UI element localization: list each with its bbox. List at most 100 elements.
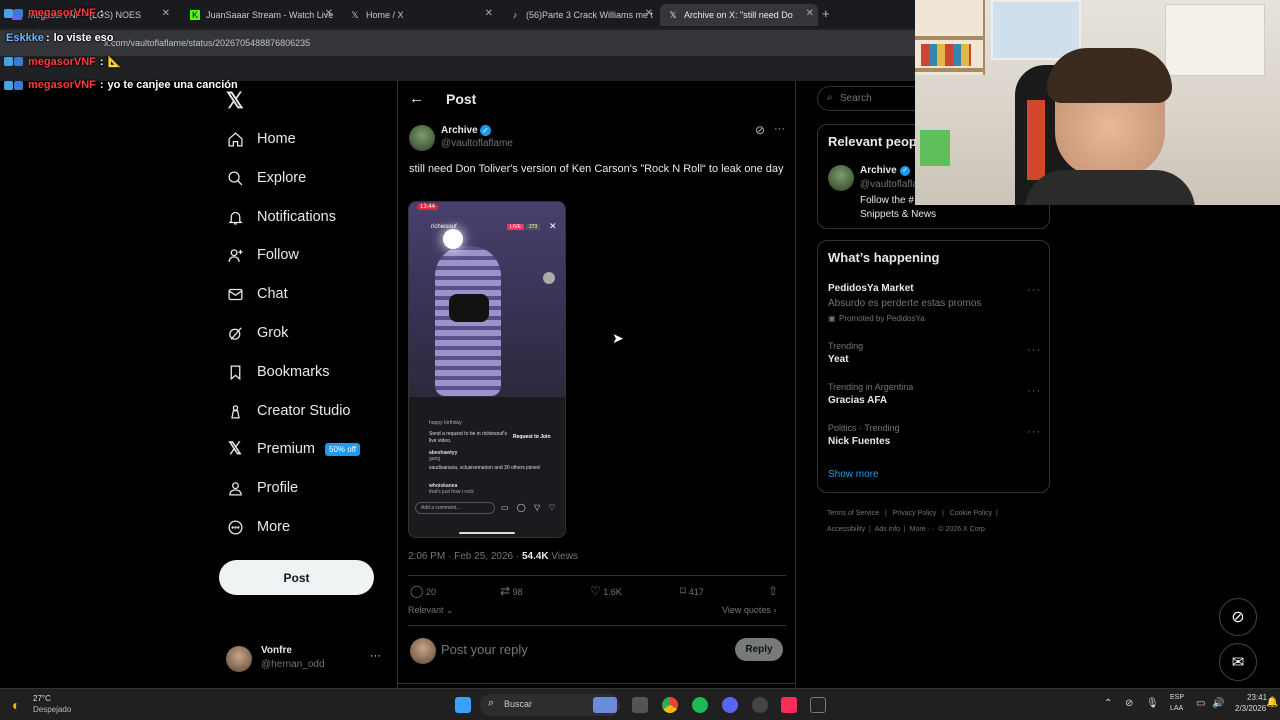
discord-icon[interactable] bbox=[722, 697, 738, 713]
more-dots-icon[interactable]: ··· bbox=[1027, 426, 1041, 438]
footer-link[interactable]: Accessibility bbox=[827, 526, 865, 533]
reply-action[interactable]: ◯ 20 bbox=[410, 584, 436, 598]
volume-icon[interactable]: 🔊 bbox=[1212, 698, 1224, 709]
more-dots-icon[interactable]: ··· bbox=[1027, 344, 1041, 356]
views-label: Views bbox=[548, 551, 578, 562]
tab-archive[interactable]: 𝕏 Archive on X: "still need Do ✕ bbox=[660, 4, 818, 26]
x-logo-icon[interactable]: 𝕏 bbox=[226, 88, 244, 114]
network-off-icon[interactable]: ⊘ bbox=[1125, 698, 1133, 709]
sidebar-item-label: Grok bbox=[257, 325, 289, 341]
sidebar-item-explore[interactable]: Explore bbox=[226, 166, 306, 190]
chrome-icon[interactable] bbox=[662, 697, 678, 713]
trend-title: Yeat bbox=[828, 354, 849, 365]
close-icon[interactable]: ✕ bbox=[485, 8, 493, 19]
close-icon[interactable]: ✕ bbox=[645, 8, 653, 19]
reply-input[interactable]: Post your reply bbox=[441, 642, 528, 657]
author-avatar[interactable] bbox=[409, 125, 435, 151]
sidebar-item-grok[interactable]: Grok bbox=[226, 321, 288, 345]
weather-icon[interactable]: ◐ bbox=[12, 697, 20, 713]
close-icon[interactable]: ✕ bbox=[325, 8, 333, 19]
reply-button[interactable]: Reply bbox=[735, 638, 783, 661]
tab-home-x[interactable]: 𝕏 Home / X ✕ bbox=[342, 4, 497, 26]
back-arrow-icon[interactable]: ← bbox=[409, 90, 424, 107]
sidebar-item-bookmarks[interactable]: Bookmarks bbox=[226, 360, 330, 384]
close-icon[interactable]: ✕ bbox=[162, 8, 170, 19]
search-icon bbox=[226, 169, 244, 187]
app-icon[interactable] bbox=[810, 697, 826, 713]
comment-text: that's just how i rock bbox=[429, 489, 474, 495]
account-switcher[interactable]: Vonfre @hernan_odd ··· bbox=[226, 642, 386, 676]
shelf-items bbox=[921, 44, 971, 66]
person-avatar[interactable] bbox=[828, 165, 854, 191]
sidebar-item-notifications[interactable]: Notifications bbox=[226, 205, 336, 229]
sort-dropdown[interactable]: Relevant ⌄ bbox=[408, 605, 454, 616]
x-favicon-icon: 𝕏 bbox=[669, 10, 677, 20]
monitor-icon[interactable]: ▭ bbox=[1196, 698, 1205, 709]
sidebar-item-home[interactable]: Home bbox=[226, 127, 296, 151]
sidebar-item-more[interactable]: More bbox=[226, 515, 290, 539]
microphone-icon[interactable]: 🎙 bbox=[1146, 698, 1159, 709]
footer-separator: | bbox=[996, 510, 998, 517]
verified-badge-icon: ✓ bbox=[480, 125, 491, 136]
creator-studio-icon bbox=[226, 402, 244, 420]
author-name[interactable]: Archive bbox=[441, 125, 478, 136]
grok-icon[interactable]: ⊘ bbox=[755, 123, 765, 137]
repost-action[interactable]: ⇄ 98 bbox=[500, 584, 523, 598]
tab-juansaaar[interactable]: K JuanSaaar Stream - Watch Live ✕ bbox=[182, 4, 337, 26]
more-dots-icon[interactable]: ··· bbox=[370, 650, 381, 662]
more-dots-icon[interactable]: ··· bbox=[1027, 284, 1041, 296]
close-icon[interactable]: ✕ bbox=[806, 8, 814, 19]
tab-label: JuanSaaar Stream - Watch Live bbox=[206, 10, 334, 20]
post-media-image[interactable]: 13:44 richiesouf LIVE 273 ✕ happy birthd… bbox=[408, 201, 566, 538]
bookmark-action[interactable]: ⌑ 417 bbox=[680, 584, 704, 598]
notification-bell-icon[interactable]: 🔔 bbox=[1266, 697, 1278, 708]
task-view-icon[interactable] bbox=[632, 697, 648, 713]
person-name[interactable]: Archive bbox=[860, 165, 897, 176]
post-button[interactable]: Post bbox=[219, 560, 374, 595]
sidebar-item-premium[interactable]: 𝕏 Premium 50% off bbox=[226, 437, 360, 461]
more-dots-icon[interactable]: ··· bbox=[774, 123, 785, 135]
address-bar[interactable]: x.com/vaultoflaflame/status/202670548887… bbox=[0, 30, 920, 56]
sidebar-item-follow[interactable]: Follow bbox=[226, 243, 299, 267]
windows-start-icon[interactable] bbox=[455, 697, 471, 713]
search-input[interactable]: ⌕ Search bbox=[817, 86, 927, 111]
trend-item[interactable]: Trending in Argentina Gracias AFA bbox=[828, 382, 1040, 410]
steam-icon[interactable] bbox=[752, 697, 768, 713]
spotify-icon[interactable] bbox=[692, 697, 708, 713]
new-tab-button[interactable]: + bbox=[822, 6, 830, 21]
view-quotes-link[interactable]: View quotes › bbox=[722, 605, 776, 615]
streamer-hair bbox=[1047, 48, 1172, 103]
taskbar-search[interactable]: ⌕ Buscar bbox=[480, 694, 620, 716]
show-more-link[interactable]: Show more bbox=[828, 469, 879, 480]
footer-link[interactable]: Terms of Service bbox=[827, 510, 879, 517]
footer-link[interactable]: Cookie Policy bbox=[950, 510, 992, 517]
clock-date[interactable]: 2/3/2026 bbox=[1235, 704, 1266, 713]
footer-link[interactable]: More ··· bbox=[910, 526, 935, 533]
trend-context: Trending in Argentina bbox=[828, 382, 914, 392]
tab-tiktok[interactable]: ♪ (56)Parte 3 Crack Williams me t ✕ bbox=[502, 4, 657, 26]
chevron-up-icon[interactable]: ⌃ bbox=[1104, 698, 1112, 709]
post-timestamp[interactable]: 2:06 PM · Feb 25, 2026 · bbox=[408, 551, 522, 562]
sidebar-item-profile[interactable]: Profile bbox=[226, 476, 298, 500]
sidebar-item-chat[interactable]: Chat bbox=[226, 282, 288, 306]
clock-time[interactable]: 23:41 bbox=[1247, 693, 1267, 702]
comment-text: gang bbox=[429, 456, 441, 462]
sidebar-item-creator-studio[interactable]: Creator Studio bbox=[226, 399, 351, 423]
grok-float-button[interactable]: ⊘ bbox=[1219, 598, 1257, 636]
like-action[interactable]: ♡ 1.6K bbox=[590, 584, 622, 598]
streamer-shirt bbox=[1025, 170, 1195, 205]
language-indicator[interactable]: ESP bbox=[1170, 694, 1184, 701]
more-dots-icon[interactable]: ··· bbox=[1027, 385, 1041, 397]
author-handle[interactable]: @vaultoflaflame bbox=[441, 138, 513, 149]
light-glare bbox=[443, 229, 463, 249]
trend-item[interactable]: Politics · Trending Nick Fuentes bbox=[828, 423, 1040, 451]
promoted-icon: ▣ bbox=[828, 314, 836, 323]
footer-link[interactable]: Ads info bbox=[875, 526, 900, 533]
tiktok-icon[interactable] bbox=[781, 697, 797, 713]
share-icon[interactable]: ⇧ bbox=[768, 584, 778, 598]
trend-item[interactable]: Trending Yeat bbox=[828, 341, 1040, 369]
trend-item[interactable]: PedidosYa Market Absurdo es perderte est… bbox=[828, 283, 1040, 327]
avatar bbox=[226, 646, 252, 672]
footer-link[interactable]: Privacy Policy bbox=[893, 510, 937, 517]
messages-float-button[interactable]: ✉ bbox=[1219, 643, 1257, 681]
